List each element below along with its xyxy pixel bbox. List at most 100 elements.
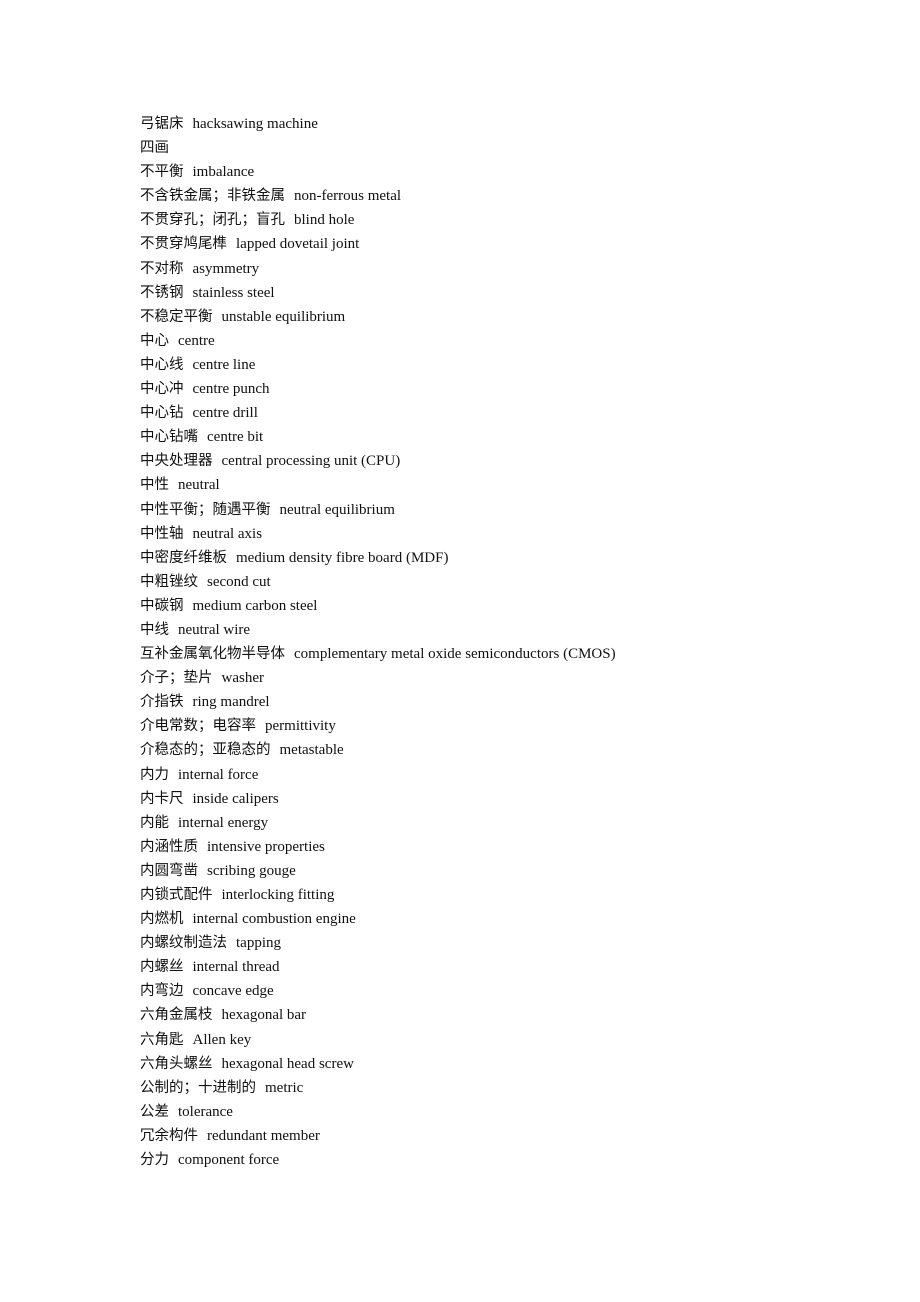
english-term: centre	[178, 332, 215, 349]
glossary-entry: 中性轴 neutral axis	[140, 522, 616, 546]
glossary-entry: 内燃机 internal combustion engine	[140, 907, 616, 931]
glossary-entry: 不贯穿鸠尾榫 lapped dovetail joint	[140, 232, 616, 256]
english-term: internal combustion engine	[192, 911, 356, 928]
english-term: concave edge	[192, 983, 274, 1000]
english-term: permittivity	[265, 718, 336, 735]
glossary-entry: 冗余构件 redundant member	[140, 1124, 616, 1148]
english-term: scribing gouge	[207, 862, 296, 879]
glossary-entry: 六角金属枝 hexagonal bar	[140, 1003, 616, 1027]
english-term: stainless steel	[192, 284, 275, 301]
chinese-term: 介电常数；电容率	[140, 718, 256, 735]
chinese-term: 公差	[140, 1103, 169, 1120]
chinese-term: 中央处理器	[140, 453, 213, 470]
chinese-term: 介子；垫片	[140, 670, 213, 687]
english-term: neutral	[178, 477, 220, 494]
english-term: centre line	[192, 356, 256, 373]
chinese-term: 中心线	[140, 356, 184, 373]
chinese-term: 中性轴	[140, 525, 184, 542]
glossary-entry: 内螺纹制造法 tapping	[140, 931, 616, 955]
chinese-term: 内燃机	[140, 911, 184, 928]
chinese-term: 六角头螺丝	[140, 1055, 213, 1072]
section-heading: 四画	[140, 136, 616, 160]
english-term: blind hole	[294, 212, 355, 229]
english-term: Allen key	[192, 1031, 252, 1048]
english-term: central processing unit (CPU)	[221, 453, 401, 470]
chinese-term: 不锈钢	[140, 284, 184, 301]
english-term: complementary metal oxide semiconductors…	[294, 646, 616, 663]
english-term: neutral axis	[192, 525, 263, 542]
chinese-term: 四画	[140, 140, 169, 157]
chinese-term: 中心冲	[140, 381, 184, 398]
english-term: component force	[178, 1152, 280, 1169]
chinese-term: 中性	[140, 477, 169, 494]
english-term: ring mandrel	[192, 694, 270, 711]
glossary-entry: 中线 neutral wire	[140, 618, 616, 642]
chinese-term: 内圆弯凿	[140, 862, 198, 879]
english-term: redundant member	[207, 1127, 320, 1144]
chinese-term: 内弯边	[140, 983, 184, 1000]
glossary-entry: 内弯边 concave edge	[140, 979, 616, 1003]
glossary-entry: 内锁式配件 interlocking fitting	[140, 883, 616, 907]
english-term: non-ferrous metal	[294, 188, 402, 205]
chinese-term: 不对称	[140, 260, 184, 277]
english-term: hexagonal bar	[221, 1007, 307, 1024]
chinese-term: 不含铁金属；非铁金属	[140, 188, 285, 205]
glossary-entry: 中心钻嘴 centre bit	[140, 425, 616, 449]
glossary-entry: 不含铁金属；非铁金属 non-ferrous metal	[140, 184, 616, 208]
chinese-term: 介指铁	[140, 694, 184, 711]
glossary-entry: 中碳钢 medium carbon steel	[140, 594, 616, 618]
glossary-entry: 互补金属氧化物半导体 complementary metal oxide semi…	[140, 642, 616, 666]
english-term: internal thread	[192, 959, 280, 976]
glossary-entry: 不锈钢 stainless steel	[140, 281, 616, 305]
glossary-entry: 内卡尺 inside calipers	[140, 787, 616, 811]
english-term: lapped dovetail joint	[236, 236, 360, 253]
glossary-entry: 介指铁 ring mandrel	[140, 690, 616, 714]
glossary-entry: 中央处理器 central processing unit (CPU)	[140, 449, 616, 473]
chinese-term: 不平衡	[140, 164, 184, 181]
glossary-entry: 中性 neutral	[140, 473, 616, 497]
chinese-term: 不稳定平衡	[140, 308, 213, 325]
glossary-entry: 中心钻 centre drill	[140, 401, 616, 425]
chinese-term: 六角金属枝	[140, 1007, 213, 1024]
chinese-term: 中性平衡；随遇平衡	[140, 501, 271, 518]
chinese-term: 不贯穿鸠尾榫	[140, 236, 227, 253]
chinese-term: 中粗锉纹	[140, 573, 198, 590]
chinese-term: 内锁式配件	[140, 887, 213, 903]
chinese-term: 中线	[140, 621, 169, 638]
english-term: medium carbon steel	[192, 597, 318, 614]
glossary-entry: 六角头螺丝 hexagonal head screw	[140, 1052, 616, 1076]
chinese-term: 内卡尺	[140, 790, 184, 807]
english-term: unstable equilibrium	[221, 308, 346, 325]
glossary-entry: 内圆弯凿 scribing gouge	[140, 859, 616, 883]
english-term: neutral wire	[178, 621, 251, 638]
chinese-term: 分力	[140, 1152, 169, 1169]
english-term: internal energy	[178, 814, 269, 831]
english-term: interlocking fitting	[221, 887, 335, 903]
english-term: second cut	[207, 573, 271, 590]
chinese-term: 中心钻	[140, 405, 184, 422]
english-term: asymmetry	[192, 260, 260, 277]
chinese-term: 中心钻嘴	[140, 429, 198, 446]
glossary-entry: 中心冲 centre punch	[140, 377, 616, 401]
chinese-term: 互补金属氧化物半导体	[140, 646, 285, 663]
glossary-entry: 中性平衡；随遇平衡 neutral equilibrium	[140, 498, 616, 522]
chinese-term: 中心	[140, 332, 169, 349]
english-term: centre punch	[192, 381, 270, 398]
glossary-page: 弓锯床 hacksawing machine 四画 不平衡 imbalance 不含铁金属…	[140, 112, 616, 1172]
glossary-entry: 不平衡 imbalance	[140, 160, 616, 184]
english-term: metastable	[279, 742, 344, 759]
glossary-entry: 六角匙 Allen key	[140, 1028, 616, 1052]
glossary-entry: 不对称 asymmetry	[140, 257, 616, 281]
english-term: hacksawing machine	[192, 116, 318, 132]
chinese-term: 不贯穿孔；闭孔；盲孔	[140, 212, 285, 229]
glossary-entry: 内力 internal force	[140, 763, 616, 787]
glossary-entry: 公差 tolerance	[140, 1100, 616, 1124]
glossary-entry: 介子；垫片 washer	[140, 666, 616, 690]
english-term: imbalance	[192, 164, 255, 181]
english-term: washer	[221, 670, 264, 687]
glossary-entry: 中心线 centre line	[140, 353, 616, 377]
chinese-term: 内能	[140, 814, 169, 831]
english-term: internal force	[178, 766, 259, 783]
english-term: intensive properties	[207, 838, 325, 855]
chinese-term: 介稳态的；亚稳态的	[140, 742, 271, 759]
